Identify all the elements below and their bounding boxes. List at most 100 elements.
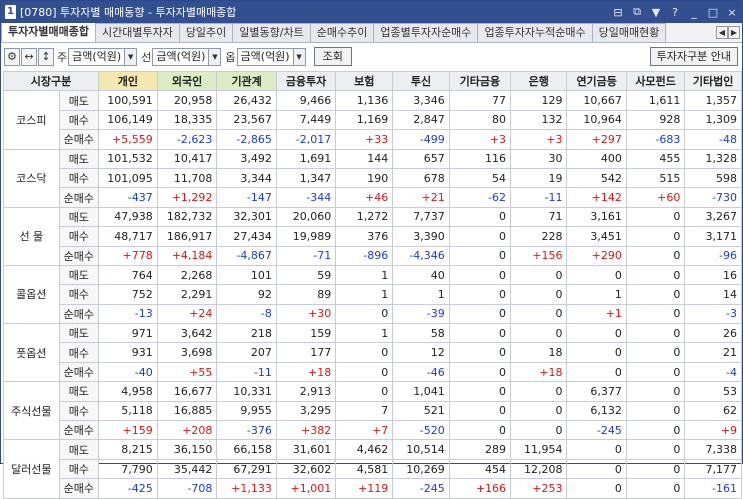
link-window-icon[interactable]: ⧉ bbox=[631, 5, 643, 19]
table-cell: 931 bbox=[98, 342, 158, 363]
options-unit-label: 옵 bbox=[225, 50, 236, 64]
table-cell: +18 bbox=[275, 361, 337, 383]
table-cell: 0 bbox=[510, 264, 568, 286]
table-cell: 54 bbox=[448, 167, 512, 189]
table-cell: -8 bbox=[216, 303, 277, 325]
tab-item[interactable]: 순매수추이 bbox=[309, 23, 375, 42]
table-cell: 59 bbox=[275, 264, 337, 286]
table-cell: 598 bbox=[684, 167, 742, 189]
trade-kind-label: 매수 bbox=[58, 458, 100, 480]
table-cell: 0 bbox=[510, 303, 568, 325]
tab-item[interactable]: 당일매매현황 bbox=[591, 23, 667, 42]
table-cell: 1 bbox=[335, 323, 394, 344]
table-cell: -896 bbox=[335, 245, 394, 266]
trade-kind-label: 매도 bbox=[58, 323, 100, 344]
table-cell: 7,737 bbox=[392, 206, 450, 228]
column-header[interactable]: 금융투자 bbox=[275, 70, 337, 92]
table-cell: 0 bbox=[335, 303, 394, 325]
futures-unit-select[interactable]: 금액(억원) ▼ bbox=[152, 47, 222, 66]
chevron-down-icon[interactable]: ▼ bbox=[292, 48, 305, 65]
tab-scroll-right-icon[interactable]: ▶ bbox=[728, 26, 740, 39]
table-cell: 0 bbox=[625, 206, 686, 228]
table-cell: -245 bbox=[566, 420, 627, 441]
column-header[interactable]: 시장구분 bbox=[3, 70, 99, 92]
table-cell: 21 bbox=[684, 342, 742, 363]
table-row: 풋옵션 매도 971 3,642 218 159 1 58 0 0 0 0 26 bbox=[3, 323, 742, 383]
market-name: 콜옵션 bbox=[3, 264, 60, 325]
column-header[interactable]: 개인 bbox=[98, 70, 158, 92]
table-cell: 1 bbox=[392, 284, 450, 305]
table-cell: 2,913 bbox=[275, 381, 337, 402]
tab-item[interactable]: 업종투자자누적순매수 bbox=[477, 23, 593, 42]
table-cell: 177 bbox=[275, 342, 337, 363]
options-unit-value: 금액(억원) bbox=[240, 49, 290, 63]
table-cell: 18,335 bbox=[156, 109, 218, 131]
chevron-down-icon[interactable]: ▼ bbox=[124, 48, 137, 65]
table-cell: 1,169 bbox=[335, 109, 394, 131]
column-header[interactable]: 연기금등 bbox=[566, 70, 627, 92]
table-cell: 186,917 bbox=[156, 226, 218, 247]
table-cell: +30 bbox=[275, 303, 337, 325]
tab-item[interactable]: 투자자별매매종합 bbox=[1, 23, 96, 42]
table-row: 매수 752 2,291 92 89 1 1 0 0 1 0 14 bbox=[4, 284, 742, 305]
tab-item[interactable]: 시간대별투자자 bbox=[94, 23, 180, 42]
tab-scroll-left-icon[interactable]: ◀ bbox=[716, 26, 728, 39]
table-cell: 101,532 bbox=[98, 148, 158, 169]
column-width-icon[interactable]: ↔ bbox=[21, 47, 37, 66]
tab-item[interactable]: 업종별투자자순매수 bbox=[373, 23, 479, 42]
screen-number-badge: 1 bbox=[5, 5, 16, 19]
title-bar[interactable]: 1 [0780] 투자자별 매매동향 - 투자자별매매종합 ⊟ ⧉ ▼ ? _ … bbox=[1, 1, 742, 23]
table-cell: 0 bbox=[510, 420, 568, 441]
table-row: 선 물 매도 47,938 182,732 32,301 20,060 1,272 7,737… bbox=[3, 206, 742, 266]
row-height-icon[interactable]: ↕ bbox=[38, 47, 54, 66]
column-header[interactable]: 보험 bbox=[335, 70, 394, 92]
trade-kind-label: 매도 bbox=[58, 90, 100, 111]
close-icon[interactable]: × bbox=[726, 6, 738, 19]
table-cell: 0 bbox=[448, 361, 512, 383]
query-button[interactable]: 조회 bbox=[313, 47, 352, 66]
stock-unit-select[interactable]: 금액(억원) ▼ bbox=[68, 47, 138, 66]
table-cell: -683 bbox=[625, 129, 686, 150]
table-cell: 53 bbox=[684, 381, 742, 402]
table-cell: 0 bbox=[625, 245, 686, 266]
column-header[interactable]: 기타금융 bbox=[448, 70, 512, 92]
table-cell: 0 bbox=[566, 361, 627, 383]
column-header[interactable]: 기타법인 bbox=[684, 70, 742, 92]
maximize-icon[interactable]: □ bbox=[707, 6, 719, 19]
tab-item[interactable]: 당일추이 bbox=[178, 23, 234, 42]
table-cell: 2,847 bbox=[392, 109, 450, 131]
column-header[interactable]: 투신 bbox=[392, 70, 450, 92]
table-cell: 10,964 bbox=[566, 109, 627, 131]
table-row: 순매수 -437 +1,292 -147 -344 +46 +21 -62 -11 +142 +60… bbox=[4, 187, 742, 208]
minimize-icon[interactable]: _ bbox=[688, 6, 700, 19]
table-cell: 1,309 bbox=[684, 109, 742, 131]
table-cell: 1,347 bbox=[275, 167, 337, 189]
table-cell: 3,346 bbox=[392, 90, 450, 111]
options-unit-select[interactable]: 금액(억원) ▼ bbox=[236, 47, 306, 66]
table-cell: 3,161 bbox=[566, 206, 627, 228]
table-cell: 89 bbox=[275, 284, 337, 305]
settings-gear-icon[interactable]: ⚙ bbox=[4, 47, 20, 66]
investor-guide-button[interactable]: 투자자구분 안내 bbox=[649, 47, 738, 66]
pin-icon[interactable]: ▼ bbox=[650, 6, 662, 19]
table-cell: 0 bbox=[625, 226, 686, 247]
tab-item[interactable]: 일별동향/차트 bbox=[232, 23, 311, 42]
chevron-down-icon[interactable]: ▼ bbox=[208, 48, 221, 65]
column-header[interactable]: 사모펀드 bbox=[625, 70, 686, 92]
window-title: [0780] 투자자별 매매동향 - 투자자별매매종합 bbox=[20, 4, 236, 20]
column-header[interactable]: 은행 bbox=[510, 70, 568, 92]
table-cell: 0 bbox=[448, 264, 512, 286]
help-icon[interactable]: ? bbox=[669, 6, 681, 19]
table-cell: -39 bbox=[392, 303, 450, 325]
table-cell: +1,001 bbox=[275, 478, 337, 499]
column-header[interactable]: 기관계 bbox=[216, 70, 277, 92]
trade-kind-label: 매수 bbox=[58, 167, 100, 189]
table-cell: 31,601 bbox=[275, 439, 337, 460]
table-cell: -147 bbox=[216, 187, 277, 208]
column-header[interactable]: 외국인 bbox=[156, 70, 218, 92]
table-cell: -3 bbox=[684, 303, 742, 325]
table-cell: 1 bbox=[335, 264, 394, 286]
table-cell: +253 bbox=[510, 478, 568, 499]
split-window-icon[interactable]: ⊟ bbox=[612, 6, 624, 19]
table-cell: -708 bbox=[156, 478, 218, 499]
